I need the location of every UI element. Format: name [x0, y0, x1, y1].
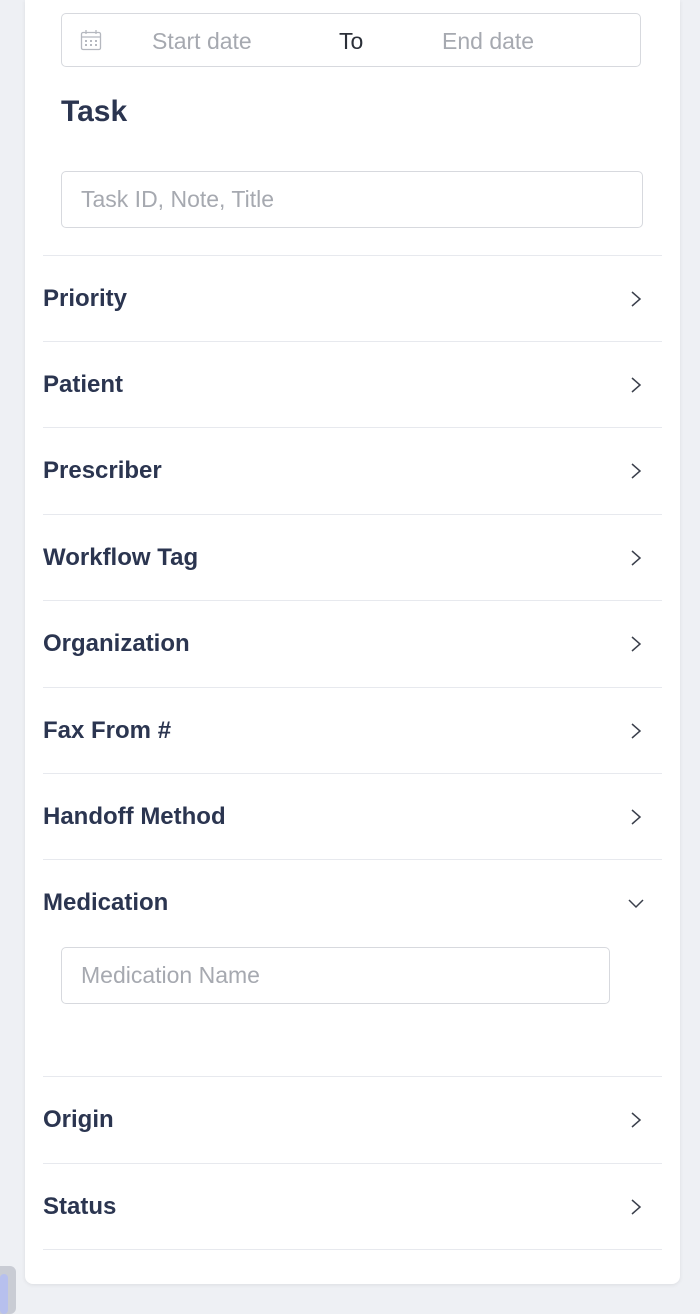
filter-label: Fax From # — [43, 717, 172, 744]
filter-row-status[interactable]: Status — [43, 1163, 662, 1250]
filter-row-organization[interactable]: Organization — [43, 600, 662, 687]
chevron-down-icon[interactable] — [628, 895, 644, 911]
filter-label: Origin — [43, 1106, 114, 1133]
filter-row-origin[interactable]: Origin — [43, 1076, 662, 1163]
date-range-picker[interactable]: Start date To End date — [61, 13, 641, 67]
filter-label: Patient — [43, 371, 124, 398]
filter-row-workflow-tag[interactable]: Workflow Tag — [43, 514, 662, 601]
filter-row-patient[interactable]: Patient — [43, 341, 662, 428]
task-heading: Task — [61, 95, 128, 128]
chevron-right-icon[interactable] — [628, 463, 644, 479]
filter-row-priority[interactable]: Priority — [43, 255, 662, 342]
scroll-handle[interactable] — [0, 1266, 16, 1314]
medication-name-input[interactable] — [61, 947, 610, 1004]
filter-label: Priority — [43, 285, 128, 312]
filter-row-fax-from[interactable]: Fax From # — [43, 687, 662, 774]
filter-label: Status — [43, 1193, 117, 1220]
date-range-separator: To — [339, 28, 364, 54]
filter-label: Organization — [43, 630, 190, 657]
filter-row-handoff-method[interactable]: Handoff Method — [43, 773, 662, 860]
filter-label: Handoff Method — [43, 803, 226, 830]
chevron-right-icon[interactable] — [628, 550, 644, 566]
chevron-right-icon[interactable] — [628, 291, 644, 307]
filter-label: Medication — [43, 889, 169, 916]
divider — [43, 1249, 662, 1250]
chevron-right-icon[interactable] — [628, 723, 644, 739]
filter-row-prescriber[interactable]: Prescriber — [43, 427, 662, 514]
chevron-right-icon[interactable] — [628, 1199, 644, 1215]
chevron-right-icon[interactable] — [628, 636, 644, 652]
filter-label: Workflow Tag — [43, 544, 199, 571]
chevron-right-icon[interactable] — [628, 1112, 644, 1128]
filter-label: Prescriber — [43, 457, 162, 484]
end-date-field[interactable]: End date — [442, 27, 534, 55]
task-search-input[interactable] — [61, 171, 643, 228]
filter-row-medication[interactable]: Medication — [43, 859, 662, 946]
filter-panel: Start date To End date Task Priority Pati… — [25, 0, 680, 1284]
start-date-field[interactable]: Start date — [152, 27, 252, 55]
calendar-icon — [80, 30, 102, 51]
chevron-right-icon[interactable] — [628, 809, 644, 825]
chevron-right-icon[interactable] — [628, 377, 644, 393]
